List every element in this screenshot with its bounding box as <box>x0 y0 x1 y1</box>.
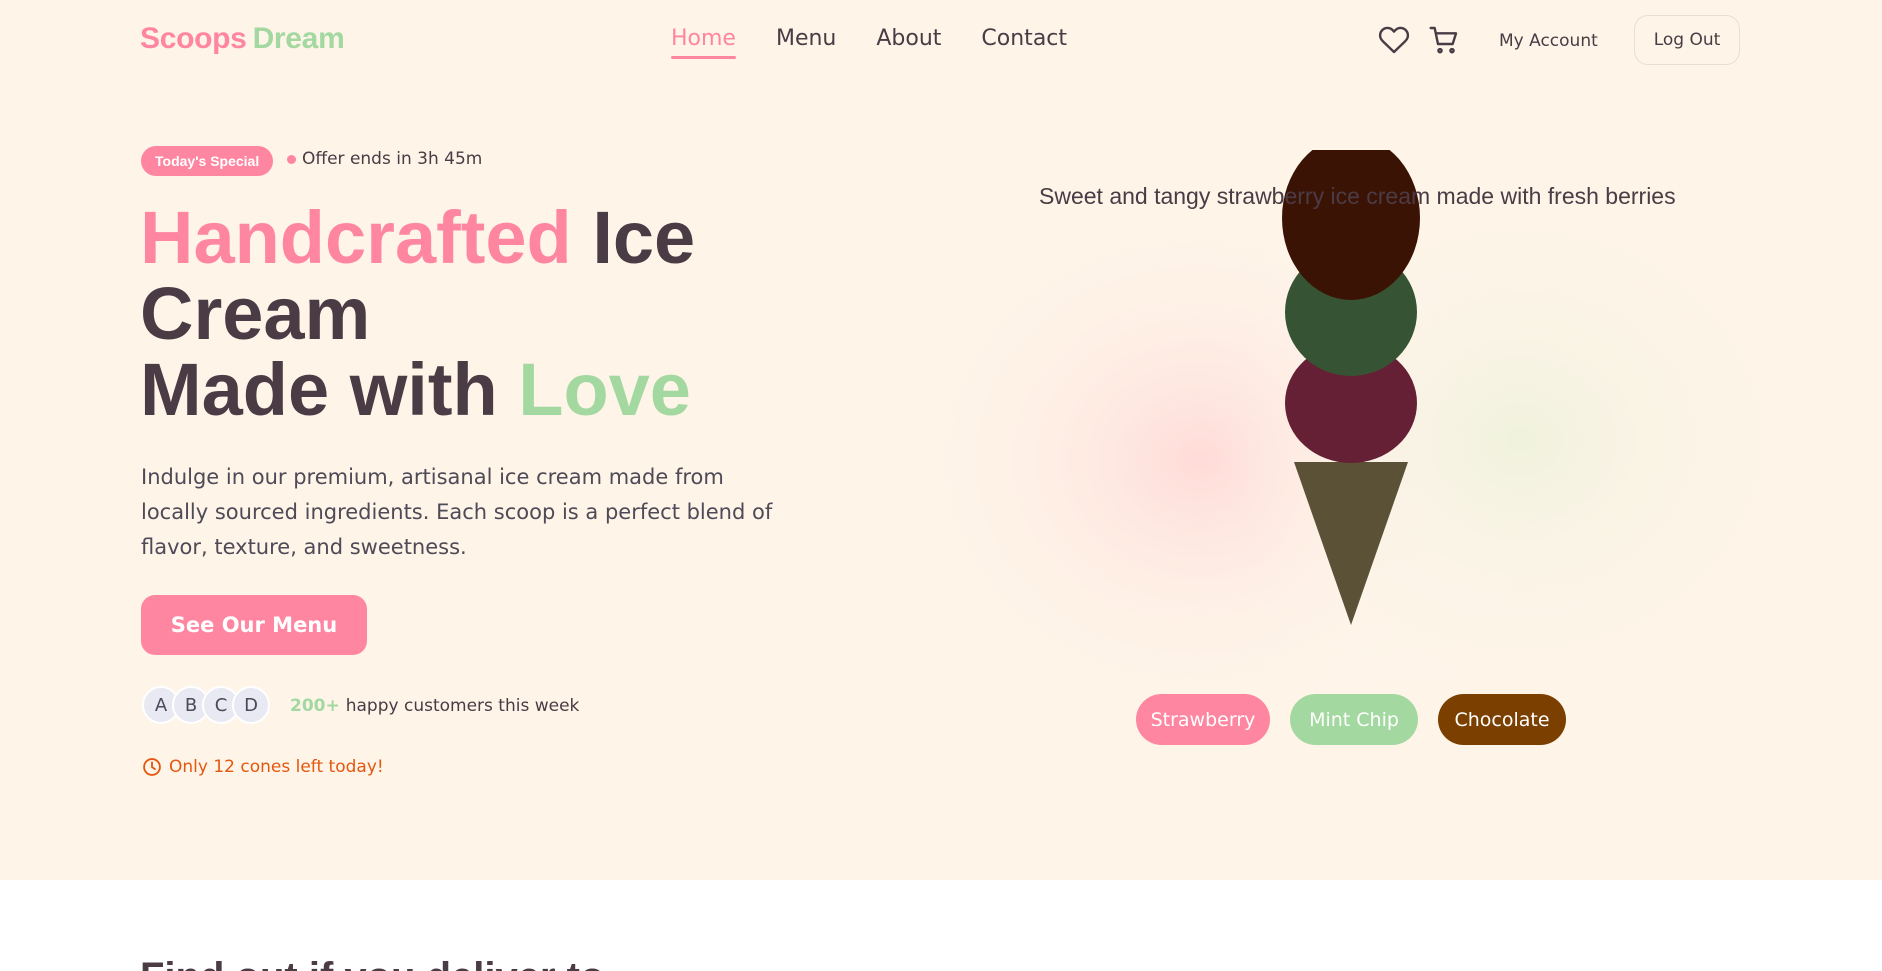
brand-logo[interactable]: Scoops Dream <box>140 22 345 56</box>
flavor-mint-chip-button[interactable]: Mint Chip <box>1290 694 1418 745</box>
stock-warning: Only 12 cones left today! <box>142 757 384 777</box>
next-section-heading: Find out if you deliver to <box>140 955 604 971</box>
offer-timer: Offer ends in 3h 45m <box>287 149 482 169</box>
customers-text: happy customers this week <box>345 696 580 716</box>
nav-menu[interactable]: Menu <box>776 26 836 59</box>
headline-word-ice: Ice <box>592 196 696 279</box>
heart-icon[interactable] <box>1378 24 1410 56</box>
headline-line3: Made with <box>140 348 498 431</box>
nav-contact[interactable]: Contact <box>981 26 1067 59</box>
status-dot-icon <box>287 154 296 164</box>
avatar: D <box>232 686 270 724</box>
clock-icon <box>143 758 161 776</box>
customers-summary: 200+ happy customers this week <box>290 696 579 716</box>
cart-icon[interactable] <box>1428 24 1460 56</box>
brand-part1: Scoops <box>140 22 247 55</box>
customers-count: 200+ <box>290 696 340 716</box>
headline-line2: Cream <box>140 272 371 355</box>
cone-shape <box>1294 462 1408 625</box>
brand-part2: Dream <box>252 22 345 55</box>
main-nav: Home Menu About Contact <box>671 26 1067 59</box>
hero-description: Indulge in our premium, artisanal ice cr… <box>141 465 773 559</box>
hero-section: Scoops Dream Home Menu About Contact My A… <box>0 0 1882 880</box>
flavor-chips: Strawberry Mint Chip Chocolate <box>1136 694 1586 745</box>
see-menu-button[interactable]: See Our Menu <box>141 595 367 655</box>
offer-text: Offer ends in 3h 45m <box>302 149 483 169</box>
todays-special-badge: Today's Special <box>141 146 274 176</box>
customer-avatars: A B C D <box>142 686 270 724</box>
stock-text: Only 12 cones left today! <box>169 757 384 777</box>
nav-home[interactable]: Home <box>671 26 736 59</box>
nav-about[interactable]: About <box>876 26 941 59</box>
headline-word-love: Love <box>518 348 691 431</box>
ice-cream-cone-illustration <box>1282 150 1420 625</box>
logout-button[interactable]: Log Out <box>1634 15 1740 65</box>
hero-headline: Handcrafted Ice Cream Made with Love <box>140 200 780 428</box>
flavor-strawberry-button[interactable]: Strawberry <box>1136 694 1270 745</box>
headline-word-handcrafted: Handcrafted <box>140 196 572 279</box>
flavor-chocolate-button[interactable]: Chocolate <box>1438 694 1566 745</box>
my-account-link[interactable]: My Account <box>1499 31 1598 51</box>
flavor-description: Sweet and tangy strawberry ice cream mad… <box>1039 183 1676 209</box>
